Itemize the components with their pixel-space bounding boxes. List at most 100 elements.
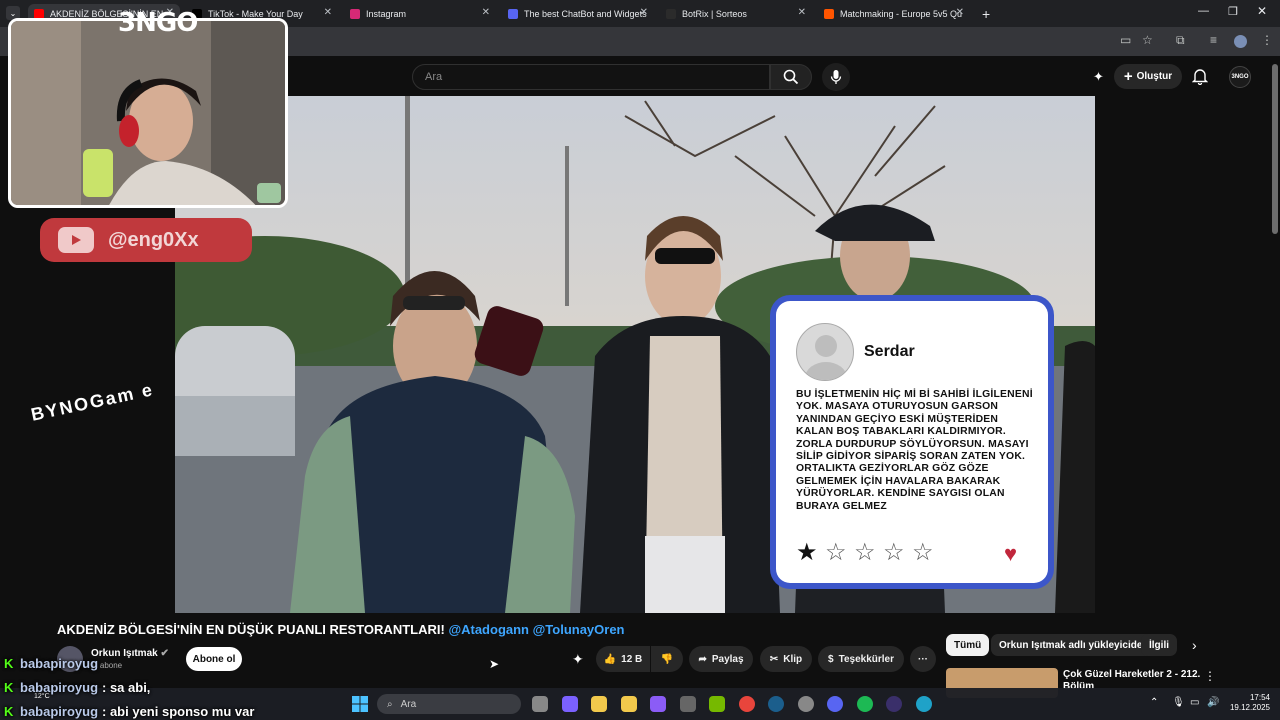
like-button[interactable]: 👍 12 B [596, 646, 650, 672]
taskbar-search-label: Ara [400, 698, 417, 710]
browser-tab-3[interactable]: Instagram ✕ [344, 4, 496, 24]
star-empty-icon: ☆ [883, 539, 905, 566]
video-title-main: AKDENİZ BÖLGESİ'NİN EN DÜŞÜK PUANLI REST… [57, 622, 445, 637]
discord-icon[interactable] [827, 696, 843, 712]
chrome-icon[interactable] [738, 696, 755, 712]
search-button[interactable] [770, 64, 812, 90]
thanks-label: Teşekkürler [838, 653, 894, 665]
create-button[interactable]: + Oluştur [1114, 64, 1182, 89]
youtube-handle: @eng0Xx [108, 228, 199, 251]
excel-icon[interactable] [650, 696, 666, 712]
tab-close-icon[interactable]: ✕ [640, 7, 648, 18]
search-icon: ⌕ [387, 698, 393, 710]
chip-uploader[interactable]: Orkun Işıtmak adlı yükleyiciden [991, 634, 1157, 656]
star-empty-icon: ☆ [825, 539, 847, 566]
review-text: BU İŞLETMENİN HİÇ Mİ Bİ SAHİBİ İLGİLENEN… [796, 389, 1033, 512]
star-filled-icon: ★ [796, 539, 818, 566]
task-view-icon[interactable] [532, 696, 548, 712]
chip-all[interactable]: Tümü [946, 634, 990, 656]
settings-icon[interactable] [797, 696, 814, 712]
tab-label: BotRix | Sorteos [682, 9, 747, 19]
kick-badge-icon: K [4, 656, 14, 671]
video-title-tags[interactable]: @Atadogann @TolunayOren [448, 622, 624, 637]
tray-volume-icon[interactable]: 🔊 [1207, 697, 1219, 708]
notifications-button[interactable] [1192, 67, 1208, 85]
more-actions-button[interactable]: ··· [910, 646, 936, 672]
browser-menu-icon[interactable]: ⋮ [1261, 33, 1273, 47]
spotify-icon[interactable] [856, 696, 873, 712]
chat-username: babapiroyug [20, 656, 99, 671]
mouse-cursor: ➤ [489, 657, 500, 671]
tab-close-icon[interactable]: ✕ [956, 7, 964, 18]
clip-button[interactable]: ✂ Klip [760, 646, 812, 672]
chevron-right-icon[interactable]: › [1192, 637, 1197, 653]
verified-icon: ✔ [160, 648, 169, 659]
tab-list-icon[interactable]: ≡ [1210, 33, 1217, 47]
thanks-button[interactable]: $ Teşekkürler [818, 646, 904, 672]
tab-close-icon[interactable]: ✕ [324, 7, 332, 18]
tray-overflow-icon[interactable]: ⌃ [1150, 697, 1158, 708]
copilot-icon[interactable] [561, 696, 578, 712]
file-explorer-icon[interactable] [591, 696, 607, 712]
store-icon[interactable] [620, 696, 637, 712]
channel-name[interactable]: Orkun Işıtmak ✔ [91, 648, 169, 659]
cast-icon[interactable]: ▭ [1120, 33, 1131, 47]
close-window-button[interactable]: ✕ [1257, 4, 1267, 18]
video-title: AKDENİZ BÖLGESİ'NİN EN DÜŞÜK PUANLI REST… [57, 622, 625, 637]
star-empty-icon: ☆ [912, 539, 934, 566]
extensions-icon[interactable]: ⧉ [1176, 33, 1185, 48]
steam-icon[interactable] [768, 696, 784, 712]
bookmark-star-icon[interactable]: ☆ [1142, 33, 1153, 47]
start-button[interactable] [352, 696, 368, 712]
thumbs-up-icon: 👍 [603, 653, 617, 665]
nvidia-icon[interactable] [709, 696, 725, 712]
clock-date: 19.12.2025 [1229, 703, 1270, 712]
kick-badge-icon: K [4, 680, 14, 695]
watermark-text: BYNOGam e [29, 379, 156, 425]
thanks-icon: $ [828, 653, 834, 665]
edge-icon[interactable] [915, 696, 932, 712]
reviewer-name: Serdar [864, 343, 915, 360]
plus-icon: + [1123, 68, 1133, 85]
recommended-menu-icon[interactable]: ⋮ [1204, 669, 1216, 683]
taskbar-search[interactable]: ⌕ Ara [377, 694, 521, 714]
tab-close-icon[interactable]: ✕ [798, 7, 806, 18]
share-icon: ➦ [698, 653, 707, 665]
voice-search-button[interactable] [822, 63, 850, 91]
taskbar-clock[interactable]: 17:54 19.12.2025 [1222, 693, 1270, 713]
share-button[interactable]: ➦ Paylaş [689, 646, 753, 672]
obs-icon[interactable] [886, 696, 902, 712]
scissors-icon: ✂ [769, 653, 779, 665]
heart-icon: ♥ [1004, 541, 1018, 566]
tab-favicon [666, 9, 676, 19]
subscribe-button[interactable]: Abone ol [186, 647, 242, 671]
app-icon[interactable] [679, 696, 696, 712]
profile-avatar[interactable] [1234, 35, 1247, 48]
premium-sparkle-icon[interactable]: ✦ [1093, 69, 1104, 85]
tab-favicon [824, 9, 834, 19]
star-empty-icon: ☆ [854, 539, 876, 566]
search-input[interactable]: Ara [412, 64, 770, 90]
tab-close-icon[interactable]: ✕ [482, 7, 490, 18]
microphone-icon [830, 70, 842, 84]
share-label: Paylaş [711, 653, 744, 665]
browser-tab-4[interactable]: The best ChatBot and Widgets ✕ [502, 4, 654, 24]
chat-message: Kbabapiroyug [4, 656, 102, 671]
page-scrollbar[interactable] [1272, 64, 1278, 234]
account-avatar[interactable]: 3NGO [1229, 66, 1251, 88]
chat-message: Kbabapiroyug: sa abi, [4, 680, 150, 695]
sparkle-icon[interactable]: ✦ [572, 651, 584, 668]
maximize-button[interactable]: ❐ [1228, 5, 1238, 18]
minimize-button[interactable]: — [1198, 5, 1209, 17]
clock-time: 17:54 [1249, 693, 1270, 702]
like-count: 12 B [621, 653, 643, 665]
browser-tab-5[interactable]: BotRix | Sorteos ✕ [660, 4, 812, 24]
tray-mic-icon[interactable]: 🎙 [1172, 697, 1185, 708]
chip-related[interactable]: İlgili [1141, 634, 1177, 656]
new-tab-button[interactable]: + [982, 6, 990, 22]
tray-network-icon[interactable]: ▭ [1190, 697, 1199, 708]
browser-tab-6[interactable]: Matchmaking - Europe 5v5 Qu ✕ [818, 4, 970, 24]
dislike-button[interactable]: 👎 [651, 646, 683, 672]
tab-favicon [350, 9, 360, 19]
thumbs-down-icon: 👎 [660, 653, 674, 665]
